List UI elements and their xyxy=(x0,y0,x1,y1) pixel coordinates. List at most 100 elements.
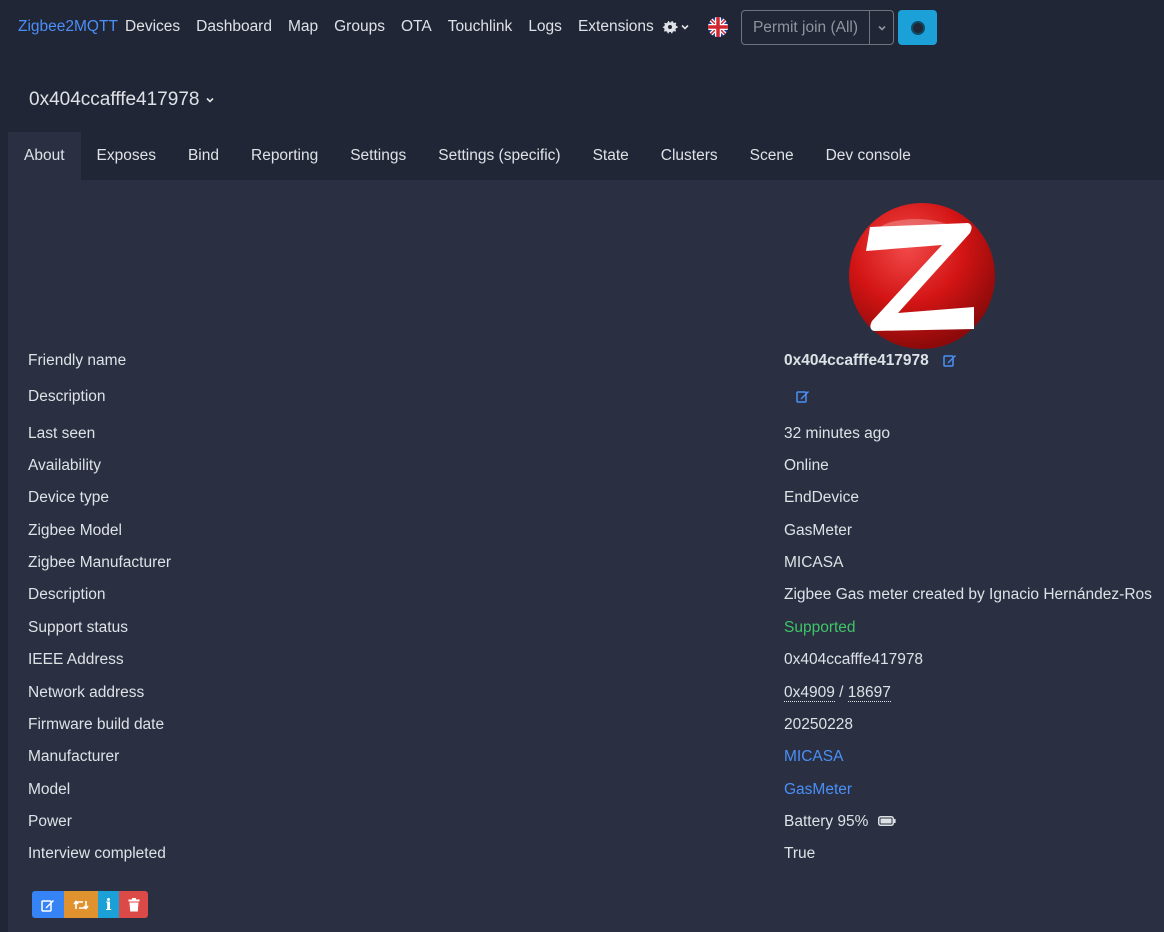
last-seen-value: 32 minutes ago xyxy=(784,425,890,442)
info-row-availability: Availability Online xyxy=(28,457,1158,479)
zigbee-model-value: GasMeter xyxy=(784,522,853,539)
ieee-address-label: IEEE Address xyxy=(28,651,124,668)
info-row-model: Model GasMeter xyxy=(28,781,1158,803)
nav-link-dashboard[interactable]: Dashboard xyxy=(188,18,280,36)
info-row-friendly-name: Friendly name 0x404ccafffe417978 xyxy=(28,352,1158,374)
permit-join-button[interactable]: Permit join (All) xyxy=(742,11,870,44)
retweet-icon xyxy=(73,899,89,910)
last-seen-label: Last seen xyxy=(28,425,96,442)
interview-completed-value: True xyxy=(784,845,816,862)
tab-dev-console[interactable]: Dev console xyxy=(810,132,927,180)
info-row-device-type: Device type EndDevice xyxy=(28,489,1158,511)
trash-icon xyxy=(128,897,139,911)
friendly-name-text: 0x404ccafffe417978 xyxy=(784,352,929,369)
model-label: Model xyxy=(28,781,71,798)
network-address-dec: 18697 xyxy=(847,684,891,702)
zigbee-model-label: Zigbee Model xyxy=(28,522,122,539)
power-value: Battery 95% xyxy=(784,813,896,831)
support-status-label: Support status xyxy=(28,619,128,636)
tab-bind[interactable]: Bind xyxy=(172,132,235,180)
tab-scene[interactable]: Scene xyxy=(734,132,810,180)
description-label: Description xyxy=(28,388,106,405)
device-type-label: Device type xyxy=(28,489,109,506)
nav-link-devices[interactable]: Devices xyxy=(117,18,188,36)
info-row-last-seen: Last seen 32 minutes ago xyxy=(28,425,1158,447)
chevron-down-icon xyxy=(206,97,215,103)
info-row-ieee-address: IEEE Address 0x404ccafffe417978 xyxy=(28,651,1158,673)
nav-link-groups[interactable]: Groups xyxy=(326,18,393,36)
reconfigure-button[interactable] xyxy=(64,891,98,918)
firmware-build-date-label: Firmware build date xyxy=(28,716,165,733)
device-actions: i xyxy=(32,891,148,918)
info-row-power: Power Battery 95% xyxy=(28,813,1158,835)
network-address-hex: 0x4909 xyxy=(784,684,835,702)
edit-icon[interactable] xyxy=(796,389,810,403)
zigbee-manufacturer-value: MICASA xyxy=(784,554,844,571)
power-label: Power xyxy=(28,813,72,830)
edit-icon xyxy=(41,899,54,912)
permit-join-dropdown[interactable] xyxy=(870,11,893,44)
tab-settings[interactable]: Settings xyxy=(334,132,422,180)
description-value xyxy=(784,388,810,406)
info-row-description: Description xyxy=(28,388,1158,410)
friendly-name-label: Friendly name xyxy=(28,352,127,369)
tab-reporting[interactable]: Reporting xyxy=(235,132,334,180)
zigbee-manufacturer-label: Zigbee Manufacturer xyxy=(28,554,172,571)
device-tabs: About Exposes Bind Reporting Settings Se… xyxy=(8,132,927,180)
network-address-value: 0x4909 / 18697 xyxy=(784,684,891,702)
tab-exposes[interactable]: Exposes xyxy=(81,132,172,180)
info-row-network-address: Network address 0x4909 / 18697 xyxy=(28,684,1158,706)
device-selector[interactable]: 0x404ccafffe417978 xyxy=(29,89,215,111)
language-selector[interactable] xyxy=(708,17,728,37)
tab-state[interactable]: State xyxy=(577,132,645,180)
interview-completed-label: Interview completed xyxy=(28,845,166,862)
zigbee-logo-image xyxy=(849,203,995,349)
friendly-name-value: 0x404ccafffe417978 xyxy=(784,352,957,370)
nav-link-extensions[interactable]: Extensions xyxy=(570,18,662,36)
theme-toggle-button[interactable] xyxy=(898,10,937,45)
info-row-description-model: Description Zigbee Gas meter created by … xyxy=(28,586,1158,608)
nav-link-logs[interactable]: Logs xyxy=(520,18,570,36)
manufacturer-label: Manufacturer xyxy=(28,748,120,765)
rename-device-button[interactable] xyxy=(32,891,64,918)
info-row-firmware-build-date: Firmware build date 20250228 xyxy=(28,716,1158,738)
chevron-down-icon xyxy=(681,24,689,30)
ieee-address-value: 0x404ccafffe417978 xyxy=(784,651,924,668)
nav-link-touchlink[interactable]: Touchlink xyxy=(440,18,521,36)
nav-link-map[interactable]: Map xyxy=(280,18,326,36)
network-address-label: Network address xyxy=(28,684,145,701)
manufacturer-link[interactable]: MICASA xyxy=(784,748,843,766)
edit-icon[interactable] xyxy=(943,353,957,367)
circle-icon xyxy=(910,20,925,35)
nav-link-ota[interactable]: OTA xyxy=(393,18,440,36)
tab-settings-specific[interactable]: Settings (specific) xyxy=(422,132,576,180)
info-row-manufacturer: Manufacturer MICASA xyxy=(28,748,1158,770)
device-title: 0x404ccafffe417978 xyxy=(29,89,200,110)
info-row-interview-completed: Interview completed True xyxy=(28,845,1158,867)
gear-icon xyxy=(662,21,678,34)
remove-device-button[interactable] xyxy=(119,891,148,918)
chevron-down-icon xyxy=(877,25,886,31)
tab-clusters[interactable]: Clusters xyxy=(645,132,734,180)
firmware-build-date-value: 20250228 xyxy=(784,716,853,733)
info-icon: i xyxy=(105,895,112,914)
description-model-label: Description xyxy=(28,586,106,603)
nav-links: Devices Dashboard Map Groups OTA Touchli… xyxy=(117,18,662,36)
interview-button[interactable]: i xyxy=(98,891,119,918)
top-navbar: Zigbee2MQTT Devices Dashboard Map Groups… xyxy=(0,0,1164,55)
network-address-separator: / xyxy=(839,684,844,701)
availability-label: Availability xyxy=(28,457,101,474)
tab-about[interactable]: About xyxy=(8,132,81,180)
brand-link[interactable]: Zigbee2MQTT xyxy=(18,18,118,36)
info-row-zigbee-manufacturer: Zigbee Manufacturer MICASA xyxy=(28,554,1158,576)
availability-value: Online xyxy=(784,457,829,474)
permit-join-group: Permit join (All) xyxy=(741,10,894,45)
battery-icon xyxy=(877,816,896,826)
settings-dropdown[interactable] xyxy=(662,16,692,38)
info-row-zigbee-model: Zigbee Model GasMeter xyxy=(28,522,1158,544)
description-model-value: Zigbee Gas meter created by Ignacio Hern… xyxy=(784,586,1152,603)
model-link[interactable]: GasMeter xyxy=(784,781,852,799)
info-row-support-status: Support status Supported xyxy=(28,619,1158,641)
device-type-value: EndDevice xyxy=(784,489,859,506)
power-text: Battery 95% xyxy=(784,813,869,830)
